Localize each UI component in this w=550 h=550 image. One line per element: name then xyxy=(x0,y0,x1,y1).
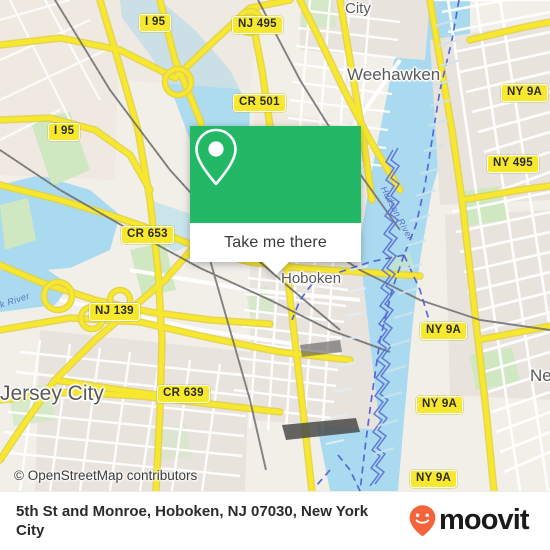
road-shield: I 95 xyxy=(139,14,172,32)
road-shield: NJ 495 xyxy=(232,16,283,34)
road-shield: NY 9A xyxy=(420,322,468,340)
moovit-smiley-pin-icon xyxy=(408,504,437,537)
moovit-logo[interactable]: moovit xyxy=(408,504,530,537)
take-me-there-label: Take me there xyxy=(224,233,327,251)
popup-header xyxy=(190,126,361,223)
place-label: City xyxy=(345,0,371,17)
road-shield: CR 501 xyxy=(233,94,286,112)
destination-popup-card[interactable]: Take me there xyxy=(190,126,361,275)
road-shield: CR 639 xyxy=(157,385,210,403)
place-label: Weehawken xyxy=(347,65,441,84)
address-label: 5th St and Monroe, Hoboken, NJ 07030, Ne… xyxy=(16,502,369,539)
popup-pointer xyxy=(262,262,289,275)
place-label: Ne xyxy=(530,366,550,385)
road-shield: I 95 xyxy=(48,123,81,141)
moovit-wordmark: moovit xyxy=(439,504,530,536)
location-pin-icon xyxy=(195,128,302,206)
osm-attribution[interactable]: © OpenStreetMap contributors xyxy=(14,468,197,483)
take-me-there-button[interactable]: Take me there xyxy=(190,223,361,275)
road-shield: NJ 139 xyxy=(89,303,140,321)
place-label: Jersey City xyxy=(0,382,104,405)
bottom-info-bar: 5th St and Monroe, Hoboken, NJ 07030, Ne… xyxy=(0,491,550,550)
map-screen: I 95 NJ 495 CR 501 I 95 NY 9A NY 495 CR 653 NJ … xyxy=(0,0,550,550)
map-canvas[interactable]: I 95 NJ 495 CR 501 I 95 NY 9A NY 495 CR 653 NJ … xyxy=(0,0,550,491)
road-shield: NY 495 xyxy=(487,155,539,173)
road-shield: NY 9A xyxy=(501,84,549,102)
road-shield: NY 9A xyxy=(416,396,464,414)
road-shield: CR 653 xyxy=(121,226,174,244)
place-label: Hoboken xyxy=(281,270,342,287)
road-shield: NY 9A xyxy=(410,470,458,488)
